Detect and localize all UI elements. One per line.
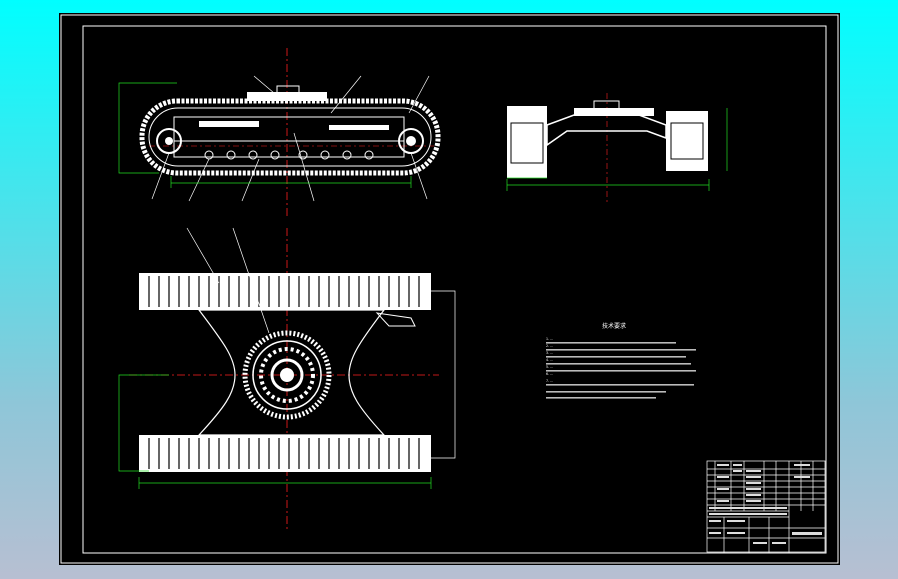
notes-line-4: 4. ... [546, 358, 553, 362]
notes-heading: 技术要求 [602, 322, 626, 330]
front-view [506, 93, 728, 203]
turntable-cap-front [593, 100, 620, 110]
right-track-block [666, 111, 708, 171]
side-view [118, 48, 441, 218]
notes-line-7: 7. ... [546, 379, 553, 383]
notes-line-1: 1. ... [546, 337, 553, 341]
bottom-rollers [204, 150, 374, 160]
cad-drawing-canvas: 技术要求 1. ... 2. ... 3. ... 4. ... 5. ... … [60, 14, 839, 564]
frame-rail-2 [329, 125, 389, 130]
upper-track [139, 273, 431, 310]
carbody-beam [546, 114, 667, 147]
frame-rail [199, 121, 259, 127]
title-block-fill [709, 464, 822, 544]
cad-drawing-viewport[interactable]: 技术要求 1. ... 2. ... 3. ... 4. ... 5. ... … [59, 13, 840, 565]
notes-line-3: 3. ... [546, 351, 553, 355]
center-hub [280, 368, 294, 382]
notes-text-bars [546, 342, 696, 399]
technical-notes: 技术要求 1. ... 2. ... 3. ... 4. ... 5. ... … [546, 322, 696, 399]
notes-line-6: 6. ... [546, 372, 553, 376]
track-chain [139, 98, 441, 176]
bracket [375, 312, 416, 327]
dimensions-plan-white [431, 290, 456, 459]
left-track-block [507, 106, 547, 178]
lower-track [139, 435, 431, 472]
sprocket-hub [406, 136, 416, 146]
notes-line-5: 5. ... [546, 365, 553, 369]
notes-line-2: 2. ... [546, 344, 553, 348]
idler-hub [165, 137, 173, 145]
plan-view [118, 227, 456, 529]
